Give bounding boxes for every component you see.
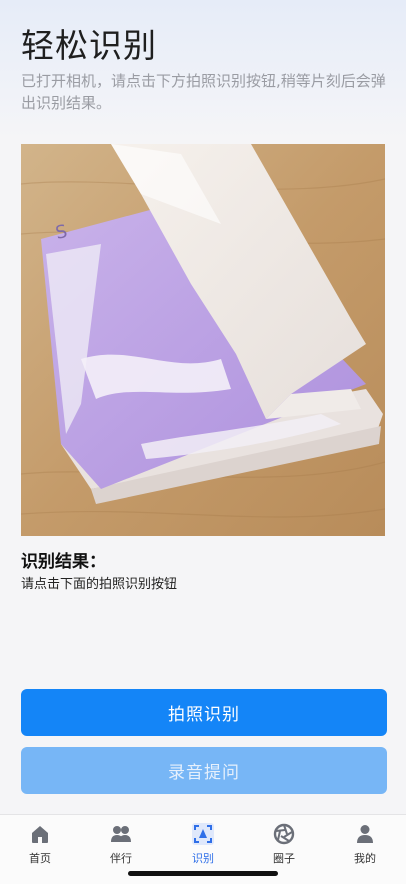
scan-icon bbox=[192, 823, 214, 845]
home-icon bbox=[32, 826, 48, 843]
tab-label: 我的 bbox=[354, 852, 376, 865]
result-text: 请点击下面的拍照识别按钮 bbox=[21, 577, 178, 592]
tab-recognize[interactable]: 识别 bbox=[163, 821, 243, 867]
page-subtitle: 已打开相机，请点击下方拍照识别按钮,稍等片刻后会弹出识别结果。 bbox=[21, 72, 386, 112]
tab-label: 识别 bbox=[192, 852, 214, 865]
result-heading: 识别结果： bbox=[21, 552, 106, 572]
tissue-box-photo: S bbox=[21, 144, 385, 536]
page-title: 轻松识别 bbox=[21, 26, 157, 65]
companions-icon bbox=[111, 826, 131, 842]
profile-icon bbox=[357, 825, 373, 843]
tab-circle[interactable]: 圈子 bbox=[244, 821, 324, 867]
voice-question-button[interactable]: 录音提问 bbox=[21, 747, 387, 794]
tab-home[interactable]: 首页 bbox=[0, 821, 80, 867]
tab-label: 圈子 bbox=[273, 852, 295, 865]
aperture-icon bbox=[273, 823, 295, 845]
home-indicator bbox=[128, 871, 278, 876]
tab-profile[interactable]: 我的 bbox=[325, 821, 405, 867]
camera-preview[interactable]: S bbox=[21, 144, 385, 536]
tab-label: 首页 bbox=[29, 852, 51, 865]
tab-companions[interactable]: 伴行 bbox=[81, 821, 161, 867]
tab-label: 伴行 bbox=[110, 852, 132, 865]
capture-recognize-button[interactable]: 拍照识别 bbox=[21, 689, 387, 736]
header bbox=[0, 0, 406, 138]
